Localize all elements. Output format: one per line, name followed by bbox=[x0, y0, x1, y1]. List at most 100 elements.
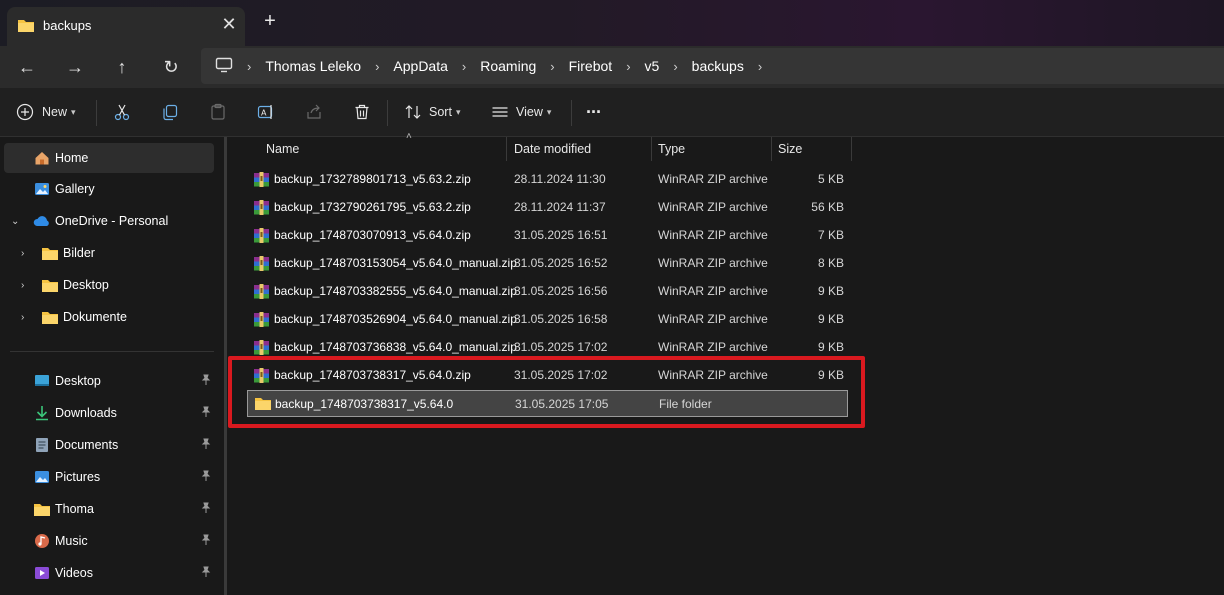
file-row[interactable]: backup_1748703070913_v5.64.0.zip 31.05.20… bbox=[247, 222, 848, 249]
new-tab-button[interactable]: + bbox=[260, 10, 280, 33]
file-date: 31.05.2025 16:58 bbox=[514, 312, 608, 326]
chevron-right-icon[interactable]: › bbox=[626, 59, 630, 74]
share-button[interactable] bbox=[305, 100, 323, 124]
back-button[interactable]: ← bbox=[13, 53, 41, 81]
breadcrumb-item[interactable]: AppData bbox=[393, 58, 447, 74]
file-row[interactable]: backup_1732789801713_v5.63.2.zip 28.11.20… bbox=[247, 166, 848, 193]
divider bbox=[387, 100, 388, 126]
refresh-button[interactable]: ↻ bbox=[157, 53, 185, 81]
column-header-type[interactable]: Type bbox=[652, 137, 772, 161]
view-label: View bbox=[516, 105, 543, 119]
pane-splitter[interactable] bbox=[224, 137, 227, 595]
close-tab-icon[interactable]: ✕ bbox=[219, 14, 239, 35]
this-pc-icon[interactable] bbox=[215, 57, 233, 76]
file-row[interactable]: backup_1748703153054_v5.64.0_manual.zip 3… bbox=[247, 250, 848, 277]
sidebar-item-thoma[interactable]: Thoma bbox=[0, 494, 214, 524]
breadcrumb-item[interactable]: backups bbox=[692, 58, 744, 74]
sidebar-item-desktop[interactable]: Desktop bbox=[0, 366, 214, 396]
column-header-size[interactable]: Size bbox=[772, 137, 852, 161]
sidebar-item-bilder[interactable]: › Bilder bbox=[0, 238, 214, 268]
column-header-date[interactable]: Date modified bbox=[508, 137, 652, 161]
new-button[interactable]: New ▾ bbox=[16, 100, 76, 124]
chevron-right-icon[interactable]: › bbox=[21, 280, 24, 291]
sort-ascending-icon: ˄ bbox=[406, 131, 412, 142]
chevron-right-icon[interactable]: › bbox=[758, 59, 762, 74]
sidebar-item-label: Dokumente bbox=[63, 310, 127, 324]
desktop-icon bbox=[34, 373, 50, 392]
forward-button[interactable]: → bbox=[61, 53, 89, 81]
chevron-right-icon[interactable]: › bbox=[21, 248, 24, 259]
pin-icon[interactable] bbox=[200, 470, 212, 485]
chevron-down-icon[interactable]: ⌄ bbox=[11, 216, 19, 227]
new-label: New bbox=[42, 105, 68, 119]
sidebar-item-videos[interactable]: Videos bbox=[0, 558, 214, 588]
breadcrumb-item[interactable]: Thomas Leleko bbox=[265, 58, 361, 74]
pin-icon[interactable] bbox=[200, 566, 212, 581]
sidebar-item-downloads[interactable]: Downloads bbox=[0, 398, 214, 428]
chevron-right-icon[interactable]: › bbox=[247, 59, 251, 74]
paste-button[interactable] bbox=[209, 100, 227, 124]
file-size: 9 KB bbox=[817, 284, 844, 298]
sidebar-item-label: Documents bbox=[55, 438, 119, 452]
file-row[interactable]: backup_1748703382555_v5.64.0_manual.zip 3… bbox=[247, 278, 848, 305]
pin-icon[interactable] bbox=[200, 502, 212, 517]
title-bar: backups ✕ + bbox=[0, 0, 1224, 46]
document-icon bbox=[35, 437, 49, 456]
sidebar-item-label: Downloads bbox=[55, 406, 117, 420]
up-button[interactable]: ↑ bbox=[108, 53, 136, 81]
folder-icon bbox=[33, 502, 51, 520]
pin-icon[interactable] bbox=[200, 534, 212, 549]
sidebar-item-music[interactable]: Music bbox=[0, 526, 214, 556]
file-size: 8 KB bbox=[817, 256, 844, 270]
divider bbox=[10, 351, 214, 352]
chevron-right-icon[interactable]: › bbox=[550, 59, 554, 74]
sidebar-item-pictures[interactable]: Pictures bbox=[0, 462, 214, 492]
file-name: backup_1748703070913_v5.64.0.zip bbox=[274, 228, 471, 242]
column-header-name[interactable]: Name ˄ bbox=[260, 131, 507, 161]
download-arrow-icon bbox=[34, 405, 50, 424]
chevron-down-icon: ▾ bbox=[455, 106, 461, 117]
sidebar-item-gallery[interactable]: Gallery bbox=[0, 174, 214, 204]
sidebar-item-home[interactable]: Home bbox=[4, 143, 214, 173]
sidebar-item-documents[interactable]: Documents bbox=[0, 430, 214, 460]
file-name: backup_1748703153054_v5.64.0_manual.zip bbox=[274, 256, 517, 270]
address-bar[interactable]: › Thomas Leleko › AppData › Roaming › Fi… bbox=[201, 48, 1224, 84]
delete-button[interactable] bbox=[353, 100, 371, 124]
file-name: backup_1732789801713_v5.63.2.zip bbox=[274, 172, 471, 186]
more-options-button[interactable]: ··· bbox=[586, 100, 602, 124]
sidebar-item-label: Bilder bbox=[63, 246, 95, 260]
annotation-highlight-box bbox=[228, 356, 865, 428]
file-row[interactable]: backup_1748703526904_v5.64.0_manual.zip 3… bbox=[247, 306, 848, 333]
file-date: 28.11.2024 11:30 bbox=[514, 172, 606, 186]
breadcrumb-item[interactable]: v5 bbox=[645, 58, 660, 74]
breadcrumb-item[interactable]: Firebot bbox=[569, 58, 613, 74]
navigation-pane: Home Gallery ⌄ OneDrive - Personal › Bil… bbox=[0, 137, 224, 595]
sidebar-item-label: Videos bbox=[55, 566, 93, 580]
sidebar-item-onedrive[interactable]: ⌄ OneDrive - Personal bbox=[0, 206, 214, 236]
chevron-right-icon[interactable]: › bbox=[673, 59, 677, 74]
copy-button[interactable] bbox=[161, 100, 179, 124]
file-type: WinRAR ZIP archive bbox=[658, 200, 768, 214]
sidebar-item-desktop-onedrive[interactable]: › Desktop bbox=[0, 270, 214, 300]
chevron-right-icon[interactable]: › bbox=[462, 59, 466, 74]
navigation-bar: ← → ↑ ↻ › Thomas Leleko › AppData › Roam… bbox=[0, 46, 1224, 88]
sidebar-item-label: Gallery bbox=[55, 182, 95, 196]
sort-button[interactable]: Sort ▾ bbox=[404, 100, 460, 124]
pin-icon[interactable] bbox=[200, 374, 212, 389]
folder-icon bbox=[41, 246, 59, 264]
chevron-right-icon[interactable]: › bbox=[375, 59, 379, 74]
rename-button[interactable]: A bbox=[257, 100, 275, 124]
chevron-right-icon[interactable]: › bbox=[21, 312, 24, 323]
cut-button[interactable] bbox=[113, 100, 131, 124]
column-header-label: Name bbox=[266, 142, 300, 156]
pin-icon[interactable] bbox=[200, 406, 212, 421]
breadcrumb-item[interactable]: Roaming bbox=[480, 58, 536, 74]
view-button[interactable]: View ▾ bbox=[491, 100, 551, 124]
file-type: WinRAR ZIP archive bbox=[658, 172, 768, 186]
file-row[interactable]: backup_1732790261795_v5.63.2.zip 28.11.20… bbox=[247, 194, 848, 221]
folder-icon bbox=[41, 310, 59, 328]
tab-backups[interactable]: backups ✕ bbox=[7, 7, 245, 46]
pin-icon[interactable] bbox=[200, 438, 212, 453]
sidebar-item-dokumente[interactable]: › Dokumente bbox=[0, 302, 214, 332]
view-list-icon bbox=[491, 103, 509, 121]
